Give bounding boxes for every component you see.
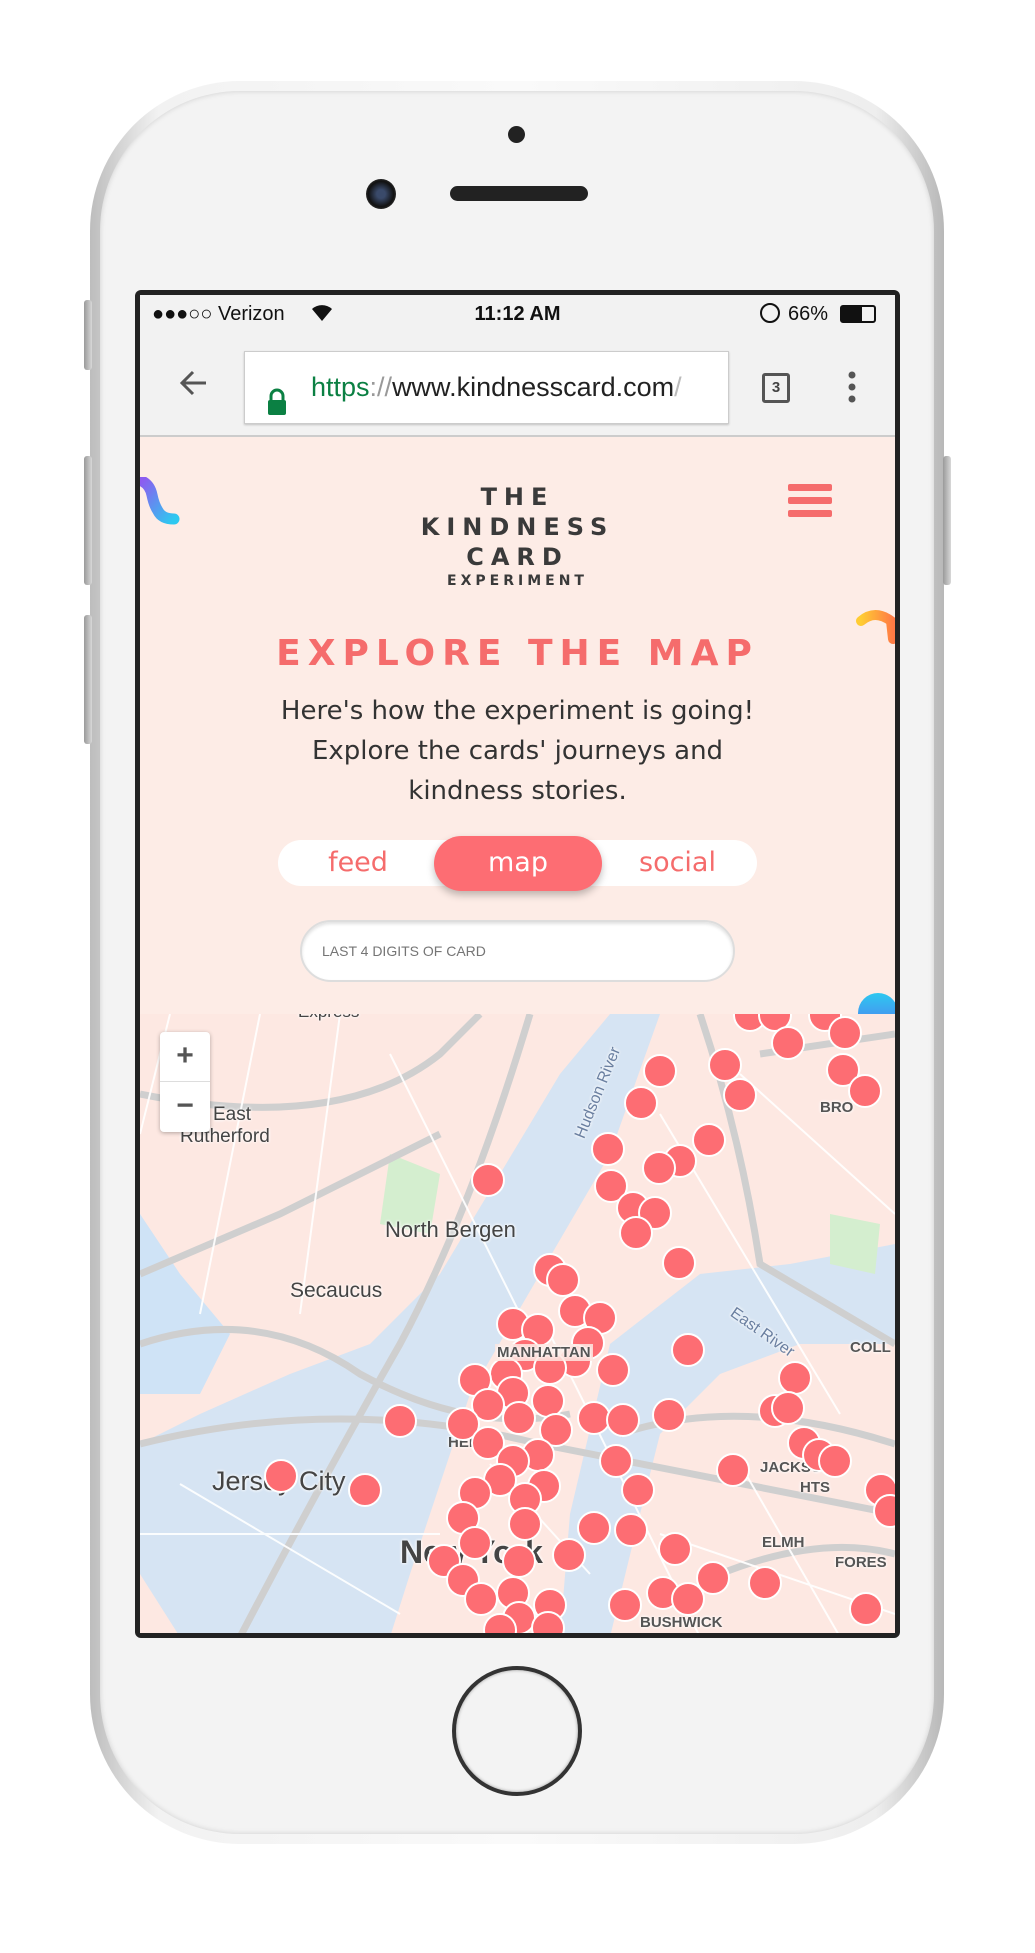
battery-icon	[840, 305, 876, 323]
page-title: EXPLORE THE MAP	[276, 633, 759, 674]
sensor	[508, 126, 525, 143]
map-marker[interactable]	[770, 1390, 805, 1425]
url-host: www.kindnesscard.com	[392, 372, 675, 402]
map-marker[interactable]	[670, 1581, 705, 1616]
clock: 11:12 AM	[474, 303, 561, 325]
card-digits-input[interactable]	[300, 920, 735, 982]
rotation-lock-icon	[760, 303, 780, 323]
logo-line-2: KINDNESS	[420, 513, 615, 541]
map-marker[interactable]	[778, 1360, 812, 1395]
home-button[interactable]	[452, 1666, 582, 1796]
tabs-button[interactable]: 3	[762, 373, 790, 403]
map-label: ELMH	[762, 1534, 805, 1551]
map-marker[interactable]	[848, 1074, 882, 1109]
map-marker[interactable]	[605, 1403, 640, 1437]
map-marker[interactable]	[464, 1581, 499, 1616]
url-tail: /	[674, 372, 682, 402]
map-marker[interactable]	[828, 1015, 862, 1050]
map-marker[interactable]	[651, 1398, 686, 1432]
zoom-out-button[interactable]: −	[160, 1082, 210, 1132]
map-marker[interactable]	[691, 1123, 726, 1157]
map-label: COLL	[850, 1339, 891, 1356]
map-marker[interactable]	[661, 1245, 696, 1280]
map-marker[interactable]	[501, 1400, 536, 1435]
map-marker[interactable]	[383, 1404, 417, 1439]
map-label: FORES	[835, 1554, 887, 1571]
logo-line-1: THE	[480, 483, 555, 511]
map-marker[interactable]	[590, 1131, 625, 1166]
volume-up-button	[84, 456, 92, 585]
map-label: East	[213, 1104, 252, 1125]
map-marker[interactable]	[501, 1544, 536, 1579]
map-marker[interactable]	[818, 1444, 852, 1479]
url-separator: ://	[369, 372, 393, 402]
map-label: MANHATTAN	[495, 1344, 593, 1361]
map-marker[interactable]	[641, 1150, 676, 1185]
logo-line-4: EXPERIMENT	[447, 573, 588, 589]
map-marker[interactable]	[770, 1025, 805, 1060]
page-description: Here's how the experiment is going! Expl…	[140, 691, 895, 811]
map-marker[interactable]	[348, 1473, 382, 1507]
map-marker[interactable]	[458, 1525, 492, 1560]
map-marker[interactable]	[643, 1054, 677, 1089]
browser-toolbar: https://www.kindnesscard.com/ 3	[140, 335, 895, 437]
url-scheme: https	[311, 372, 370, 402]
map-marker[interactable]	[849, 1591, 884, 1626]
tab-social[interactable]: social	[598, 840, 757, 886]
map-marker[interactable]	[748, 1565, 782, 1600]
map-marker[interactable]	[614, 1513, 649, 1547]
map-label: BRO	[820, 1099, 854, 1116]
map-marker[interactable]	[545, 1263, 580, 1297]
zoom-in-button[interactable]: +	[160, 1032, 210, 1082]
view-toggle: feed map social	[278, 836, 757, 891]
description-line: kindness stories.	[408, 776, 627, 806]
tab-feed[interactable]: feed	[278, 840, 438, 886]
map[interactable]: Express East Rutherford North Bergen Sec…	[140, 1014, 895, 1633]
power-button	[943, 456, 951, 585]
map-marker[interactable]	[658, 1531, 692, 1566]
menu-dots-icon[interactable]	[848, 371, 856, 408]
volume-down-button	[84, 615, 92, 744]
map-marker[interactable]	[624, 1085, 659, 1120]
hamburger-menu-icon[interactable]	[788, 484, 832, 517]
map-label: Express	[298, 1014, 359, 1022]
screen: ●●●○○ Verizon 11:12 AM 66% https://www.k…	[135, 290, 900, 1638]
address-bar[interactable]: https://www.kindnesscard.com/	[244, 351, 729, 424]
map-label: Secaucus	[290, 1279, 383, 1302]
map-marker[interactable]	[576, 1510, 611, 1545]
map-marker[interactable]	[470, 1163, 505, 1197]
map-marker[interactable]	[715, 1453, 750, 1487]
mute-switch	[84, 300, 92, 370]
map-marker[interactable]	[551, 1538, 586, 1572]
back-arrow-icon[interactable]	[178, 367, 210, 404]
description-line: Explore the cards' journeys and	[311, 736, 724, 766]
map-label: North Bergen	[385, 1217, 516, 1242]
tab-map[interactable]: map	[434, 836, 602, 891]
battery-percent: 66%	[788, 303, 829, 325]
map-marker[interactable]	[620, 1473, 655, 1507]
status-bar: ●●●○○ Verizon 11:12 AM 66%	[140, 295, 895, 335]
page: THE KINDNESS CARD EXPERIMENT EXPLORE THE…	[140, 439, 895, 1633]
map-label: BUSHWICK	[640, 1614, 723, 1631]
map-marker[interactable]	[595, 1353, 630, 1387]
logo-line-3: CARD	[466, 543, 569, 571]
map-marker[interactable]	[608, 1588, 642, 1622]
map-marker[interactable]	[508, 1506, 542, 1541]
zoom-control: + −	[160, 1032, 210, 1132]
lock-icon	[267, 372, 287, 423]
front-camera	[366, 179, 396, 209]
map-marker[interactable]	[670, 1333, 705, 1367]
map-label: HTS	[800, 1479, 830, 1496]
map-marker[interactable]	[723, 1078, 757, 1112]
description-line: Here's how the experiment is going!	[280, 696, 755, 726]
map-marker[interactable]	[619, 1215, 654, 1250]
speaker	[450, 186, 588, 201]
map-marker[interactable]	[708, 1048, 742, 1082]
